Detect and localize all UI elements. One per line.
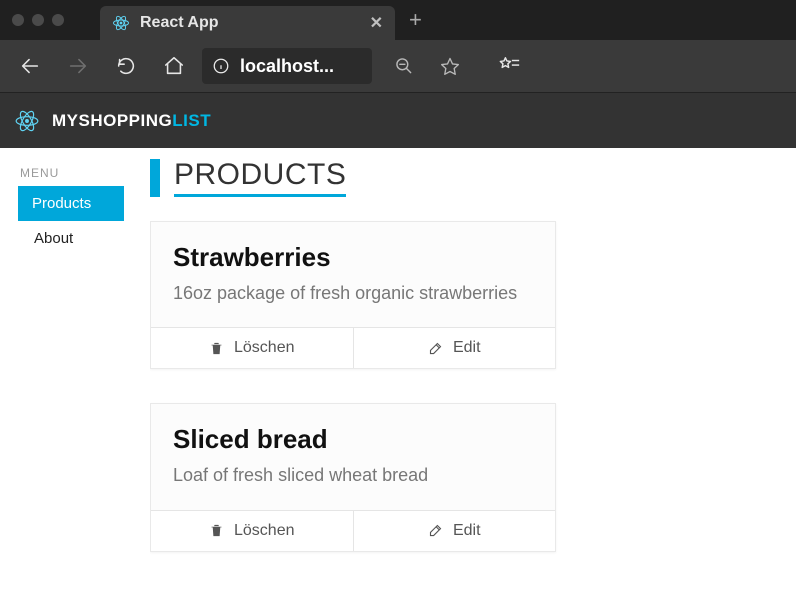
window-controls: [8, 14, 72, 26]
sidebar-item-products[interactable]: Products: [18, 186, 124, 221]
delete-button[interactable]: Löschen: [151, 328, 354, 368]
tab-strip: React App ✕ +: [0, 0, 796, 40]
brand-mid: SHOPPING: [79, 111, 173, 130]
brand-accent: LIST: [172, 111, 211, 130]
edit-icon: [428, 341, 443, 356]
product-title: Sliced bread: [173, 424, 533, 455]
forward-button[interactable]: [58, 46, 98, 86]
new-tab-button[interactable]: +: [395, 7, 436, 33]
tab-title: React App: [140, 14, 219, 32]
favorites-list-icon[interactable]: [490, 46, 530, 86]
home-button[interactable]: [154, 46, 194, 86]
edit-button[interactable]: Edit: [354, 328, 556, 368]
window-close[interactable]: [12, 14, 24, 26]
product-description: Loaf of fresh sliced wheat bread: [173, 463, 533, 487]
menu-label: MENU: [20, 166, 150, 180]
app-header: MYSHOPPINGLIST: [0, 92, 796, 148]
trash-icon: [209, 341, 224, 356]
brand-title: MYSHOPPINGLIST: [52, 111, 211, 131]
delete-button[interactable]: Löschen: [151, 511, 354, 551]
info-icon[interactable]: [212, 57, 230, 75]
page-title-wrap: PRODUCTS: [150, 158, 766, 197]
close-tab-icon[interactable]: ✕: [370, 13, 383, 33]
product-title: Strawberries: [173, 242, 533, 273]
edit-label: Edit: [453, 339, 481, 357]
product-actions: Löschen Edit: [151, 327, 555, 368]
trash-icon: [209, 523, 224, 538]
browser-chrome: React App ✕ + localhost...: [0, 0, 796, 148]
sidebar-item-about[interactable]: About: [20, 221, 150, 256]
title-accent-bar: [150, 159, 160, 197]
delete-label: Löschen: [234, 339, 295, 357]
brand-prefix: MY: [52, 111, 79, 130]
window-maximize[interactable]: [52, 14, 64, 26]
browser-toolbar: localhost...: [0, 40, 796, 92]
delete-label: Löschen: [234, 522, 295, 540]
browser-tab[interactable]: React App ✕: [100, 6, 395, 40]
react-logo-icon: [14, 108, 40, 134]
sidebar: MENU Products About: [0, 148, 150, 592]
page-body: MENU Products About PRODUCTS Strawberrie…: [0, 148, 796, 592]
edit-icon: [428, 523, 443, 538]
zoom-icon[interactable]: [384, 46, 424, 86]
product-card: Sliced bread Loaf of fresh sliced wheat …: [150, 403, 556, 551]
sidebar-item-label: Products: [32, 195, 91, 212]
product-card: Strawberries 16oz package of fresh organ…: [150, 221, 556, 369]
back-button[interactable]: [10, 46, 50, 86]
product-actions: Löschen Edit: [151, 510, 555, 551]
refresh-button[interactable]: [106, 46, 146, 86]
main-content: PRODUCTS Strawberries 16oz package of fr…: [150, 148, 796, 592]
edit-label: Edit: [453, 522, 481, 540]
edit-button[interactable]: Edit: [354, 511, 556, 551]
window-minimize[interactable]: [32, 14, 44, 26]
sidebar-item-label: About: [34, 230, 73, 247]
url-text: localhost...: [240, 56, 362, 77]
page-title: PRODUCTS: [174, 158, 346, 197]
address-bar[interactable]: localhost...: [202, 48, 372, 84]
favorite-icon[interactable]: [430, 46, 470, 86]
react-icon: [112, 14, 130, 32]
product-description: 16oz package of fresh organic strawberri…: [173, 281, 533, 305]
